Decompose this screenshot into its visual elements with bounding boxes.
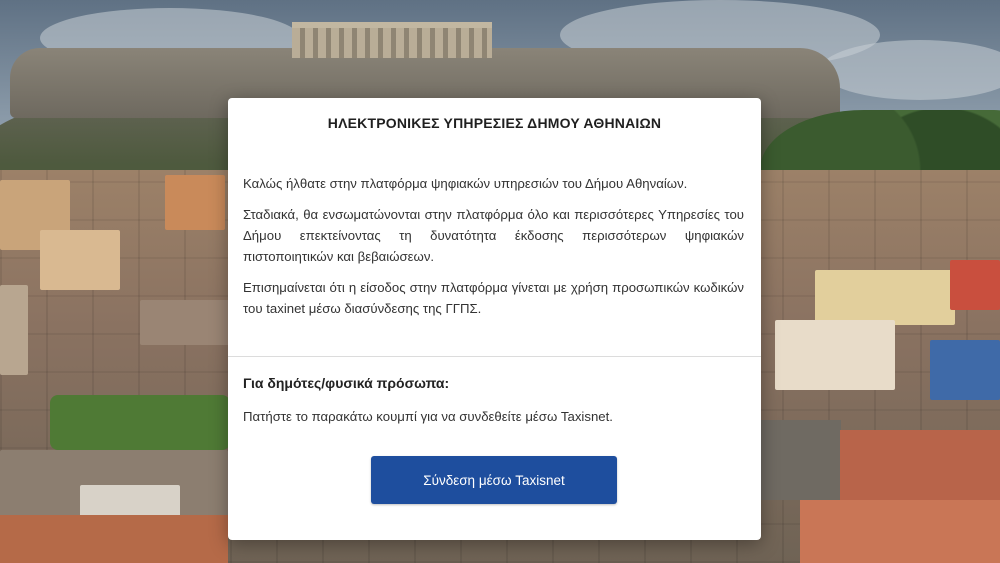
building: [775, 320, 895, 390]
park: [50, 395, 230, 450]
building: [165, 175, 225, 230]
taxisnet-login-button[interactable]: Σύνδεση μέσω Taxisnet: [371, 456, 617, 504]
roof: [800, 500, 1000, 563]
citizens-section-text: Πατήστε το παρακάτω κουμπί για να συνδεθ…: [243, 409, 613, 424]
building: [950, 260, 1000, 310]
building: [40, 230, 120, 290]
intro-paragraph-welcome: Καλώς ήλθατε στην πλατφόρμα ψηφιακών υπη…: [243, 176, 688, 191]
divider: [228, 356, 761, 357]
building: [930, 340, 1000, 400]
welcome-dialog: ΗΛΕΚΤΡΟΝΙΚΕΣ ΥΠΗΡΕΣΙΕΣ ΔΗΜΟΥ ΑΘΗΝΑΙΩΝ Κα…: [228, 98, 761, 540]
roof: [0, 515, 228, 563]
building: [815, 270, 955, 325]
intro-paragraph-login-info: Επισημαίνεται ότι η είσοδος στην πλατφόρ…: [243, 280, 744, 316]
building: [140, 300, 230, 345]
street: [761, 420, 841, 500]
intro-paragraph-services: Σταδιακά, θα ενσωματώνονται στην πλατφόρ…: [243, 207, 744, 264]
citizens-section-heading: Για δημότες/φυσικά πρόσωπα:: [243, 375, 450, 391]
building: [0, 285, 28, 375]
parthenon: [292, 22, 492, 58]
dialog-title: ΗΛΕΚΤΡΟΝΙΚΕΣ ΥΠΗΡΕΣΙΕΣ ΔΗΜΟΥ ΑΘΗΝΑΙΩΝ: [327, 115, 662, 131]
intro-text: Καλώς ήλθατε στην πλατφόρμα ψηφιακών υπη…: [243, 173, 744, 329]
